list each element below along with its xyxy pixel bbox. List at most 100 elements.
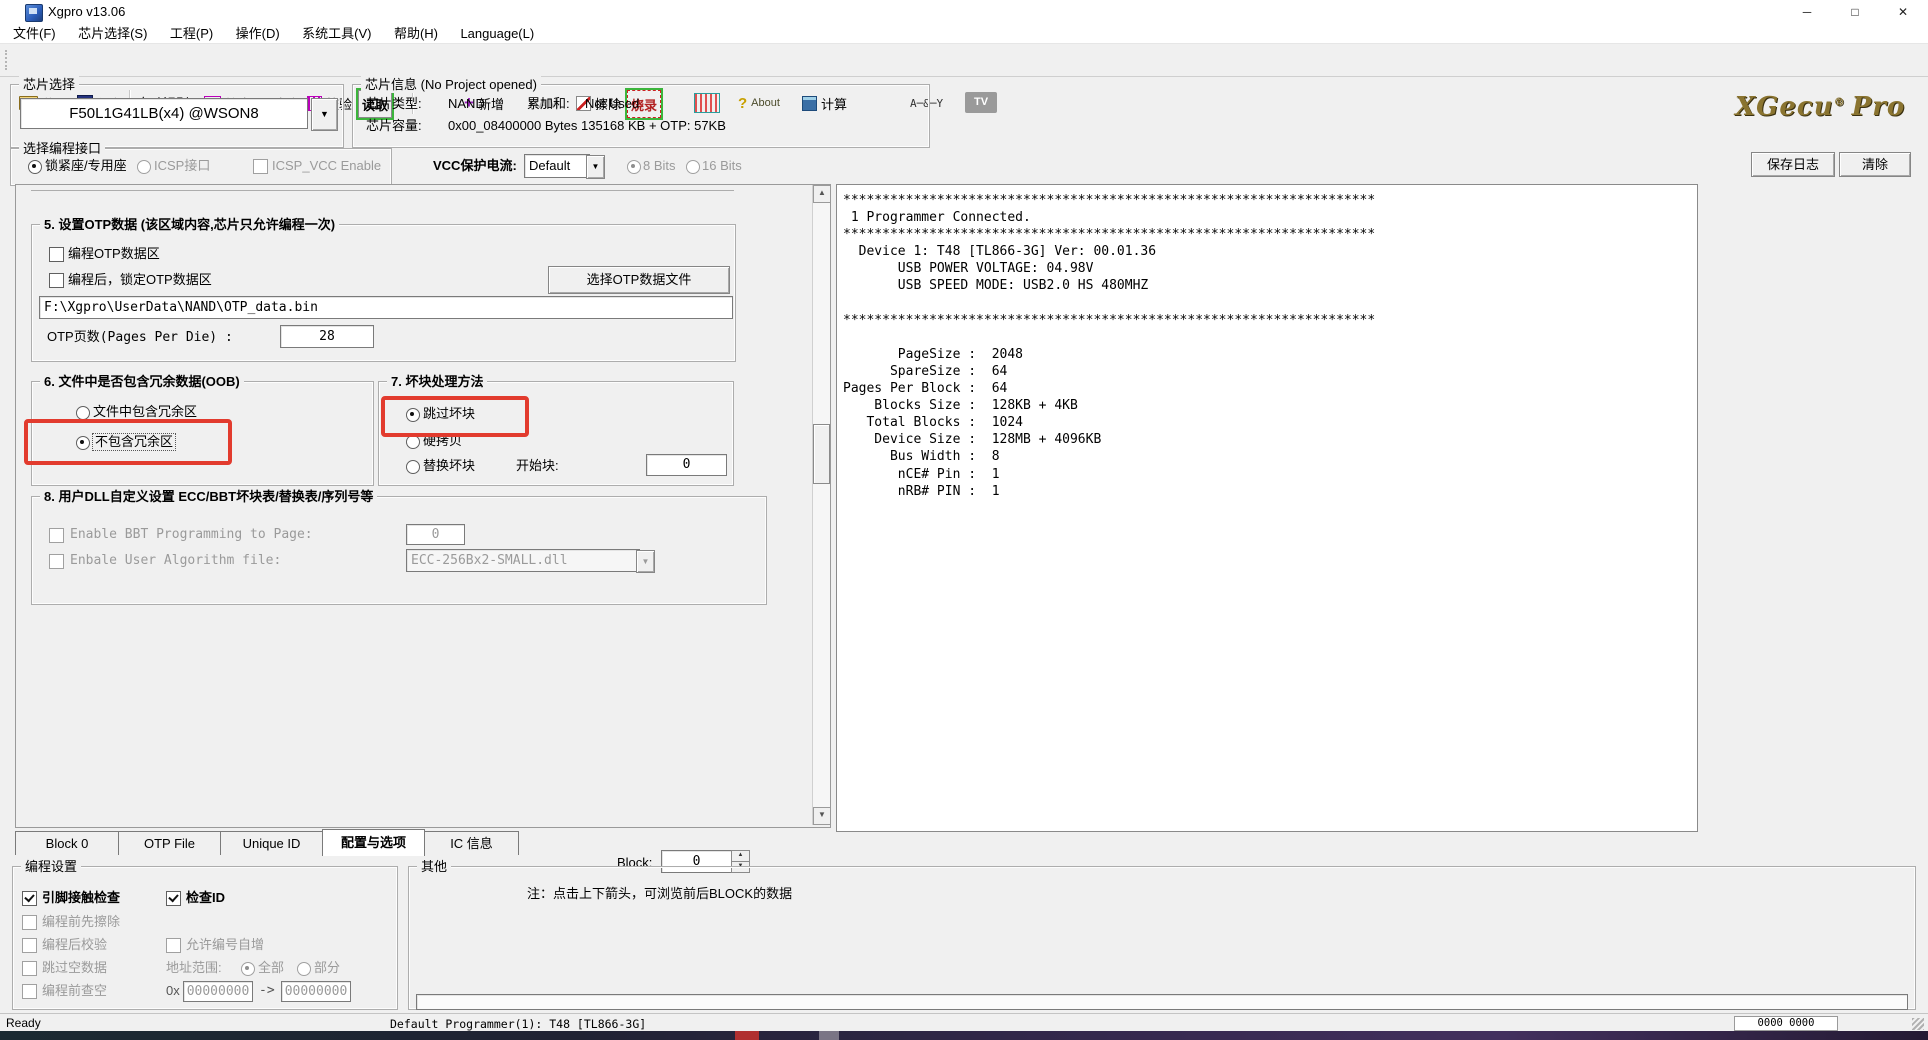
address-all-radio[interactable]: [241, 962, 255, 976]
bits8-radio-label[interactable]: 8 Bits: [643, 158, 676, 174]
resize-grip[interactable]: [1912, 1018, 1924, 1030]
blank-before-checkbox[interactable]: [22, 984, 37, 999]
address-to-field[interactable]: 00000000: [281, 981, 351, 1002]
vcc-combo-dropdown-button[interactable]: ▼: [586, 155, 605, 179]
icsp-vcc-checkbox[interactable]: [253, 159, 268, 174]
menu-bar: 文件(F) 芯片选择(S) 工程(P) 操作(D) 系统工具(V) 帮助(H) …: [0, 24, 1928, 43]
toolbar: 载入 保存 自动识别 4D 检查 FE 查空 校验 读取 + 新增 RAM 擦除…: [0, 43, 1928, 77]
socket-radio[interactable]: [28, 160, 42, 174]
log-panel[interactable]: ****************************************…: [836, 184, 1698, 832]
dll-file-combo[interactable]: ECC-256Bx2-SMALL.dll: [406, 549, 640, 572]
scrollbar-up-button[interactable]: ▲: [813, 185, 831, 203]
erase-before-label[interactable]: 编程前先擦除: [42, 914, 120, 930]
bbt-page-field[interactable]: 0: [406, 524, 465, 545]
otp-pages-label: OTP页数(Pages Per Die) :: [47, 329, 233, 346]
icsp-vcc-checkbox-label[interactable]: ICSP_VCC Enable: [272, 158, 381, 174]
bits16-radio[interactable]: [686, 160, 700, 174]
bbt-checkbox-label[interactable]: Enable BBT Programming to Page:: [70, 527, 313, 543]
menu-system-tools[interactable]: 系统工具(V): [293, 24, 380, 43]
maximize-button[interactable]: □: [1833, 0, 1877, 24]
oob-with-spare-label[interactable]: 文件中包含冗余区: [93, 404, 197, 420]
otp-pages-field[interactable]: 28: [280, 325, 374, 348]
blank-before-label[interactable]: 编程前查空: [42, 983, 107, 999]
menu-chip-select[interactable]: 芯片选择(S): [69, 24, 156, 43]
menu-operation[interactable]: 操作(D): [227, 24, 289, 43]
address-range-label: 地址范围:: [166, 960, 222, 976]
chip-select-combo[interactable]: F50L1G41LB(x4) @WSON8: [20, 98, 308, 129]
toolbar-grip: [5, 50, 10, 70]
interface-group-label: 选择编程接口: [19, 140, 105, 157]
bits8-radio[interactable]: [627, 160, 641, 174]
status-counter: 0000 0000: [1734, 1016, 1838, 1031]
settings-scrollbar[interactable]: ▲ ▼: [812, 185, 830, 825]
replace-bad-block-radio[interactable]: [406, 460, 420, 474]
verify-after-label[interactable]: 编程后校验: [42, 937, 107, 953]
user-algorithm-checkbox[interactable]: [49, 554, 64, 569]
badblock-section-title: 7. 坏块处理方法: [387, 373, 487, 390]
check-id-checkbox[interactable]: [166, 891, 181, 906]
lock-otp-label[interactable]: 编程后，锁定OTP数据区: [68, 272, 212, 288]
socket-radio-label[interactable]: 锁紧座/专用座: [45, 158, 127, 174]
lock-otp-checkbox[interactable]: [49, 273, 64, 288]
chip-select-dropdown-button[interactable]: ▼: [311, 98, 338, 131]
scrollbar-thumb[interactable]: [813, 424, 830, 484]
menu-language[interactable]: Language(L): [451, 24, 543, 43]
auto-increment-label[interactable]: 允许编号自增: [186, 937, 264, 953]
tab-otp-file[interactable]: OTP File: [118, 831, 221, 855]
skip-blank-checkbox[interactable]: [22, 961, 37, 976]
icsp-radio-label[interactable]: ICSP接口: [154, 158, 210, 174]
tab-ic-info[interactable]: IC 信息: [424, 831, 519, 855]
pin-check-checkbox[interactable]: [22, 891, 37, 906]
taskbar-icon-fragment-red: [735, 1031, 759, 1040]
capacity-label: 芯片容量:: [366, 118, 422, 134]
auto-increment-checkbox[interactable]: [166, 938, 181, 953]
bbt-checkbox[interactable]: [49, 528, 64, 543]
app-icon: [25, 4, 43, 22]
user-algorithm-label[interactable]: Enbale User Algorithm file:: [70, 553, 281, 569]
hard-copy-radio[interactable]: [406, 435, 420, 449]
minimize-button[interactable]: ─: [1785, 0, 1829, 24]
program-otp-checkbox[interactable]: [49, 247, 64, 262]
menu-help[interactable]: 帮助(H): [385, 24, 447, 43]
close-button[interactable]: ✕: [1881, 0, 1925, 24]
other-group-label: 其他: [417, 858, 451, 875]
menu-file[interactable]: 文件(F): [4, 24, 65, 43]
tv-button[interactable]: TV: [965, 92, 997, 113]
title-bar: Xgpro v13.06 ─ □ ✕: [0, 0, 1928, 24]
capacity-value: 0x00_08400000 Bytes 135168 KB + OTP: 57K…: [448, 118, 726, 134]
status-ready: Ready: [6, 1016, 41, 1030]
tab-block0[interactable]: Block 0: [15, 831, 119, 855]
icsp-radio[interactable]: [137, 160, 151, 174]
chip-type-value: NAND: [448, 96, 485, 112]
scrollbar-down-button[interactable]: ▼: [813, 807, 831, 825]
program-settings-label: 编程设置: [21, 858, 81, 875]
tab-unique-id[interactable]: Unique ID: [220, 831, 323, 855]
status-bar: Ready Default Programmer(1): T48 [TL866-…: [0, 1013, 1928, 1032]
tab-config-options[interactable]: 配置与选项: [322, 829, 425, 856]
replace-bad-block-label[interactable]: 替换坏块: [423, 458, 475, 474]
vcc-combo[interactable]: Default: [524, 154, 590, 178]
erase-before-checkbox[interactable]: [22, 915, 37, 930]
verify-after-checkbox[interactable]: [22, 938, 37, 953]
program-otp-label[interactable]: 编程OTP数据区: [68, 246, 160, 262]
clipped-group-line: [31, 190, 734, 191]
save-log-button[interactable]: 保存日志: [1751, 152, 1835, 177]
menu-project[interactable]: 工程(P): [161, 24, 222, 43]
check-id-label[interactable]: 检查ID: [186, 890, 225, 906]
choose-otp-file-button[interactable]: 选择OTP数据文件: [548, 266, 730, 294]
address-part-radio[interactable]: [297, 962, 311, 976]
clear-log-button[interactable]: 清除: [1839, 152, 1911, 177]
highlight-skip-bad-block: [381, 396, 529, 437]
pin-check-label[interactable]: 引脚接触检查: [42, 890, 120, 906]
oob-with-spare-radio[interactable]: [76, 406, 90, 420]
address-all-label[interactable]: 全部: [258, 960, 284, 976]
address-part-label[interactable]: 部分: [314, 960, 340, 976]
dll-combo-dropdown-button[interactable]: ▼: [636, 550, 655, 573]
start-block-field[interactable]: 0: [646, 454, 727, 476]
address-from-field[interactable]: 00000000: [183, 981, 253, 1002]
otp-file-path-field[interactable]: F:\Xgpro\UserData\NAND\OTP_data.bin: [39, 296, 733, 319]
bits16-radio-label[interactable]: 16 Bits: [702, 158, 742, 174]
block-browse-note: 注：点击上下箭头，可浏览前后BLOCK的数据: [527, 886, 792, 902]
skip-blank-label[interactable]: 跳过空数据: [42, 960, 107, 976]
address-arrow: ->: [259, 983, 275, 999]
